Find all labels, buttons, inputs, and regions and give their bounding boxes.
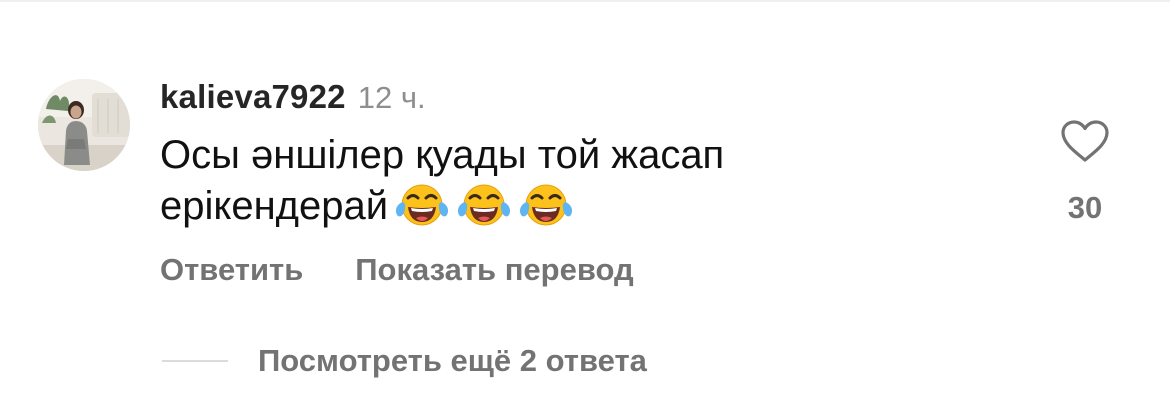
comment-timestamp: 12 ч. — [357, 80, 426, 115]
like-count: 30 — [1067, 190, 1103, 225]
comment-body: kalieva7922 12 ч. Осы әншілер қуады той … — [160, 78, 1040, 232]
comment-meta: kalieva7922 12 ч. — [160, 78, 1040, 118]
comment-text-line-2-words: ерікендерай — [160, 184, 389, 228]
replies-divider — [162, 360, 228, 362]
avatar[interactable] — [38, 79, 130, 171]
avatar-photo — [38, 79, 130, 171]
username-link[interactable]: kalieva7922 — [160, 78, 346, 116]
heart-outline-icon[interactable] — [1059, 118, 1111, 164]
reply-button[interactable]: Ответить — [160, 252, 303, 288]
comment-text-line-2: ерікендерай — [160, 181, 1040, 232]
show-translation-button[interactable]: Показать перевод — [355, 252, 633, 288]
comment-actions: Ответить Показать перевод — [160, 252, 634, 288]
view-replies-button[interactable]: Посмотреть ещё 2 ответа — [258, 343, 647, 379]
tears-of-joy-emoji-icon — [456, 182, 512, 228]
comment-text-line-1: Осы әншілер қуады той жасап — [160, 133, 725, 177]
tears-of-joy-emoji-icon — [518, 182, 574, 228]
top-divider — [0, 0, 1170, 2]
like-section: 30 — [1055, 118, 1115, 226]
tears-of-joy-emoji-icon — [394, 182, 450, 228]
comment-text: Осы әншілер қуады той жасап ерікендерай — [160, 130, 1040, 232]
view-replies-row: Посмотреть ещё 2 ответа — [162, 343, 647, 379]
